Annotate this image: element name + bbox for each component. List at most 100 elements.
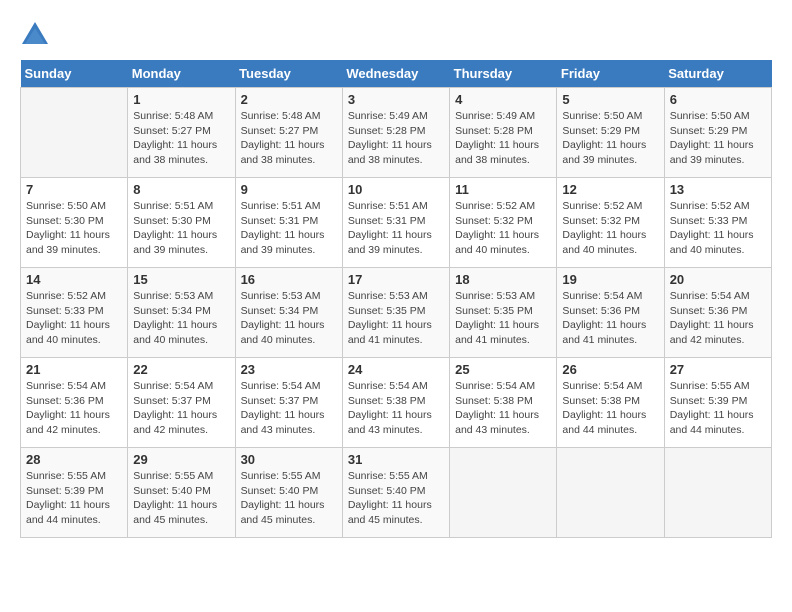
- day-detail: Sunrise: 5:54 AMSunset: 5:36 PMDaylight:…: [562, 289, 658, 348]
- calendar-cell: 2 Sunrise: 5:48 AMSunset: 5:27 PMDayligh…: [235, 88, 342, 178]
- day-detail: Sunrise: 5:49 AMSunset: 5:28 PMDaylight:…: [348, 109, 444, 168]
- day-detail: Sunrise: 5:51 AMSunset: 5:31 PMDaylight:…: [241, 199, 337, 258]
- day-number: 24: [348, 362, 444, 377]
- day-detail: Sunrise: 5:50 AMSunset: 5:29 PMDaylight:…: [562, 109, 658, 168]
- day-number: 1: [133, 92, 229, 107]
- day-number: 6: [670, 92, 766, 107]
- weekday-header-wednesday: Wednesday: [342, 60, 449, 88]
- day-number: 28: [26, 452, 122, 467]
- calendar-cell: 18 Sunrise: 5:53 AMSunset: 5:35 PMDaylig…: [450, 268, 557, 358]
- day-detail: Sunrise: 5:54 AMSunset: 5:37 PMDaylight:…: [241, 379, 337, 438]
- day-detail: Sunrise: 5:55 AMSunset: 5:40 PMDaylight:…: [348, 469, 444, 528]
- day-number: 10: [348, 182, 444, 197]
- day-number: 14: [26, 272, 122, 287]
- calendar-week-row: 14 Sunrise: 5:52 AMSunset: 5:33 PMDaylig…: [21, 268, 772, 358]
- calendar-week-row: 1 Sunrise: 5:48 AMSunset: 5:27 PMDayligh…: [21, 88, 772, 178]
- day-number: 25: [455, 362, 551, 377]
- day-detail: Sunrise: 5:48 AMSunset: 5:27 PMDaylight:…: [241, 109, 337, 168]
- calendar-cell: 24 Sunrise: 5:54 AMSunset: 5:38 PMDaylig…: [342, 358, 449, 448]
- day-detail: Sunrise: 5:52 AMSunset: 5:32 PMDaylight:…: [562, 199, 658, 258]
- day-number: 7: [26, 182, 122, 197]
- calendar-cell: 7 Sunrise: 5:50 AMSunset: 5:30 PMDayligh…: [21, 178, 128, 268]
- day-detail: Sunrise: 5:52 AMSunset: 5:33 PMDaylight:…: [26, 289, 122, 348]
- calendar-cell: [557, 448, 664, 538]
- day-number: 15: [133, 272, 229, 287]
- calendar-cell: 3 Sunrise: 5:49 AMSunset: 5:28 PMDayligh…: [342, 88, 449, 178]
- calendar-cell: 6 Sunrise: 5:50 AMSunset: 5:29 PMDayligh…: [664, 88, 771, 178]
- day-detail: Sunrise: 5:49 AMSunset: 5:28 PMDaylight:…: [455, 109, 551, 168]
- calendar-week-row: 7 Sunrise: 5:50 AMSunset: 5:30 PMDayligh…: [21, 178, 772, 268]
- day-number: 26: [562, 362, 658, 377]
- day-number: 20: [670, 272, 766, 287]
- day-detail: Sunrise: 5:55 AMSunset: 5:39 PMDaylight:…: [670, 379, 766, 438]
- day-number: 4: [455, 92, 551, 107]
- calendar-cell: 19 Sunrise: 5:54 AMSunset: 5:36 PMDaylig…: [557, 268, 664, 358]
- calendar-cell: 16 Sunrise: 5:53 AMSunset: 5:34 PMDaylig…: [235, 268, 342, 358]
- day-number: 22: [133, 362, 229, 377]
- day-number: 21: [26, 362, 122, 377]
- day-detail: Sunrise: 5:54 AMSunset: 5:37 PMDaylight:…: [133, 379, 229, 438]
- day-number: 2: [241, 92, 337, 107]
- calendar-cell: 14 Sunrise: 5:52 AMSunset: 5:33 PMDaylig…: [21, 268, 128, 358]
- day-detail: Sunrise: 5:54 AMSunset: 5:38 PMDaylight:…: [562, 379, 658, 438]
- day-number: 29: [133, 452, 229, 467]
- day-number: 13: [670, 182, 766, 197]
- calendar-cell: 13 Sunrise: 5:52 AMSunset: 5:33 PMDaylig…: [664, 178, 771, 268]
- calendar-cell: 1 Sunrise: 5:48 AMSunset: 5:27 PMDayligh…: [128, 88, 235, 178]
- calendar-cell: 20 Sunrise: 5:54 AMSunset: 5:36 PMDaylig…: [664, 268, 771, 358]
- day-detail: Sunrise: 5:48 AMSunset: 5:27 PMDaylight:…: [133, 109, 229, 168]
- weekday-header-saturday: Saturday: [664, 60, 771, 88]
- day-detail: Sunrise: 5:53 AMSunset: 5:34 PMDaylight:…: [241, 289, 337, 348]
- day-number: 5: [562, 92, 658, 107]
- weekday-header-friday: Friday: [557, 60, 664, 88]
- day-number: 31: [348, 452, 444, 467]
- day-number: 16: [241, 272, 337, 287]
- calendar-cell: 9 Sunrise: 5:51 AMSunset: 5:31 PMDayligh…: [235, 178, 342, 268]
- calendar-cell: 4 Sunrise: 5:49 AMSunset: 5:28 PMDayligh…: [450, 88, 557, 178]
- day-detail: Sunrise: 5:50 AMSunset: 5:30 PMDaylight:…: [26, 199, 122, 258]
- calendar-cell: 31 Sunrise: 5:55 AMSunset: 5:40 PMDaylig…: [342, 448, 449, 538]
- day-detail: Sunrise: 5:55 AMSunset: 5:39 PMDaylight:…: [26, 469, 122, 528]
- weekday-header-row: SundayMondayTuesdayWednesdayThursdayFrid…: [21, 60, 772, 88]
- day-detail: Sunrise: 5:50 AMSunset: 5:29 PMDaylight:…: [670, 109, 766, 168]
- day-number: 18: [455, 272, 551, 287]
- calendar-cell: 21 Sunrise: 5:54 AMSunset: 5:36 PMDaylig…: [21, 358, 128, 448]
- day-detail: Sunrise: 5:52 AMSunset: 5:32 PMDaylight:…: [455, 199, 551, 258]
- page-header: [20, 20, 772, 50]
- day-detail: Sunrise: 5:55 AMSunset: 5:40 PMDaylight:…: [241, 469, 337, 528]
- calendar-cell: 11 Sunrise: 5:52 AMSunset: 5:32 PMDaylig…: [450, 178, 557, 268]
- day-detail: Sunrise: 5:51 AMSunset: 5:31 PMDaylight:…: [348, 199, 444, 258]
- day-number: 19: [562, 272, 658, 287]
- weekday-header-monday: Monday: [128, 60, 235, 88]
- day-detail: Sunrise: 5:54 AMSunset: 5:38 PMDaylight:…: [455, 379, 551, 438]
- day-detail: Sunrise: 5:51 AMSunset: 5:30 PMDaylight:…: [133, 199, 229, 258]
- day-detail: Sunrise: 5:53 AMSunset: 5:35 PMDaylight:…: [455, 289, 551, 348]
- calendar-table: SundayMondayTuesdayWednesdayThursdayFrid…: [20, 60, 772, 538]
- calendar-week-row: 28 Sunrise: 5:55 AMSunset: 5:39 PMDaylig…: [21, 448, 772, 538]
- calendar-cell: 25 Sunrise: 5:54 AMSunset: 5:38 PMDaylig…: [450, 358, 557, 448]
- day-number: 30: [241, 452, 337, 467]
- day-detail: Sunrise: 5:53 AMSunset: 5:35 PMDaylight:…: [348, 289, 444, 348]
- calendar-cell: 26 Sunrise: 5:54 AMSunset: 5:38 PMDaylig…: [557, 358, 664, 448]
- calendar-cell: 15 Sunrise: 5:53 AMSunset: 5:34 PMDaylig…: [128, 268, 235, 358]
- day-number: 9: [241, 182, 337, 197]
- day-number: 8: [133, 182, 229, 197]
- calendar-week-row: 21 Sunrise: 5:54 AMSunset: 5:36 PMDaylig…: [21, 358, 772, 448]
- logo-icon: [20, 20, 50, 50]
- calendar-cell: [21, 88, 128, 178]
- calendar-cell: 28 Sunrise: 5:55 AMSunset: 5:39 PMDaylig…: [21, 448, 128, 538]
- day-number: 17: [348, 272, 444, 287]
- calendar-cell: 27 Sunrise: 5:55 AMSunset: 5:39 PMDaylig…: [664, 358, 771, 448]
- calendar-cell: [450, 448, 557, 538]
- day-detail: Sunrise: 5:52 AMSunset: 5:33 PMDaylight:…: [670, 199, 766, 258]
- calendar-cell: 12 Sunrise: 5:52 AMSunset: 5:32 PMDaylig…: [557, 178, 664, 268]
- day-number: 23: [241, 362, 337, 377]
- logo: [20, 20, 54, 50]
- calendar-cell: 23 Sunrise: 5:54 AMSunset: 5:37 PMDaylig…: [235, 358, 342, 448]
- day-detail: Sunrise: 5:55 AMSunset: 5:40 PMDaylight:…: [133, 469, 229, 528]
- calendar-cell: 30 Sunrise: 5:55 AMSunset: 5:40 PMDaylig…: [235, 448, 342, 538]
- calendar-cell: 5 Sunrise: 5:50 AMSunset: 5:29 PMDayligh…: [557, 88, 664, 178]
- day-number: 12: [562, 182, 658, 197]
- calendar-cell: 29 Sunrise: 5:55 AMSunset: 5:40 PMDaylig…: [128, 448, 235, 538]
- calendar-cell: [664, 448, 771, 538]
